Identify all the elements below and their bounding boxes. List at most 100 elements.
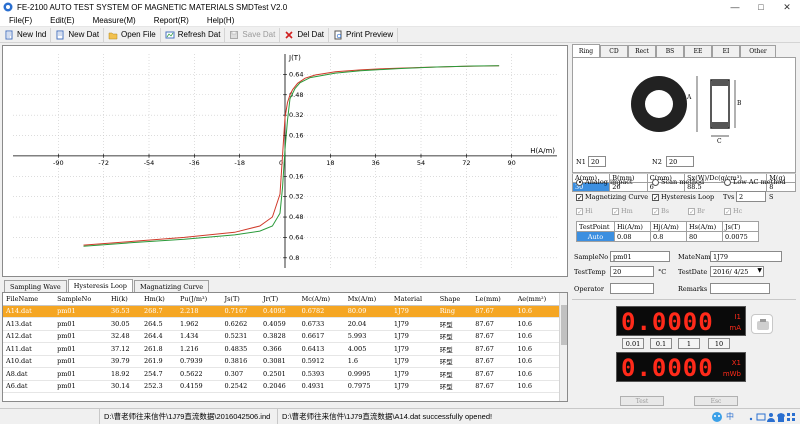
column-header[interactable]: Le(mm) [472, 293, 515, 306]
column-header[interactable]: Js(T) [221, 293, 261, 306]
new-dat-button[interactable]: New Dat [51, 27, 105, 42]
column-header[interactable]: Jr(T) [260, 293, 299, 306]
column-header[interactable]: Material [390, 293, 437, 306]
hi-value-input[interactable]: 0.08 [614, 231, 651, 242]
table-row[interactable]: A11.dat pm01 37.12 261.8 1.216 0.4835 0.366 0.6… [3, 342, 561, 356]
tab-ring[interactable]: Ring [572, 44, 600, 57]
hysteresis-loop-checkbox[interactable]: ✓ Hysteresis Loop [652, 193, 714, 201]
column-header[interactable]: SampleNo [54, 293, 108, 306]
magnetizing-curve-checkbox[interactable]: ✓ Magnetizing Curve [576, 193, 648, 201]
n1-input[interactable]: 20 [588, 156, 606, 167]
mascot-icon[interactable] [710, 411, 724, 423]
menu-measure[interactable]: Measure(M) [84, 16, 145, 25]
esc-button[interactable]: Esc [694, 396, 738, 406]
table-cell: 2.218 [176, 305, 222, 318]
hm-label: Hm [621, 207, 633, 215]
bs-checkbox[interactable]: ✓ Bs [652, 207, 669, 215]
menu-edit[interactable]: Edit(E) [41, 16, 83, 25]
mate-name-input[interactable]: 1J79 [710, 251, 782, 262]
menu-report[interactable]: Report(R) [145, 16, 198, 25]
close-button[interactable]: ✕ [774, 0, 800, 14]
tab-rect[interactable]: Rect [628, 45, 656, 57]
range-0-1-button[interactable]: 0.1 [650, 338, 672, 349]
hj-value-input[interactable]: 0.8 [650, 231, 687, 242]
del-dat-button[interactable]: Del Dat [280, 27, 330, 42]
table-row[interactable]: A6.dat pm01 30.14 252.3 0.4159 0.2542 0.2046 0.… [3, 380, 561, 393]
tab-ee[interactable]: EE [684, 45, 712, 57]
hi-checkbox[interactable]: ✓ Hi [576, 207, 593, 215]
hc-checkbox[interactable]: ✓ Hc [724, 207, 742, 215]
sample-no-input[interactable]: pm01 [610, 251, 670, 262]
x-tick-label: -90 [53, 159, 64, 167]
table-body: A14.dat pm01 36.53 268.7 2.218 0.7167 0.4095 0.… [3, 305, 561, 393]
remarks-input[interactable] [710, 283, 770, 294]
scrollbar-thumb[interactable] [561, 305, 567, 345]
moon-icon[interactable] [736, 411, 746, 423]
tab-hysteresis-loop[interactable]: Hysteresis Loop [67, 279, 133, 292]
menu-file[interactable]: File(F) [0, 16, 41, 25]
table-row[interactable]: A14.dat pm01 36.53 268.7 2.218 0.7167 0.4095 0.… [3, 305, 561, 318]
tab-magnatizing-curve[interactable]: Magnatizing Curve [133, 280, 210, 292]
column-header[interactable]: FileName [3, 293, 55, 306]
minimize-button[interactable]: — [722, 0, 748, 14]
keyboard-icon[interactable] [756, 411, 766, 423]
usb-device-icon [751, 314, 773, 334]
analog-impact-radio[interactable]: Analog impact [576, 178, 633, 186]
grid-icon[interactable] [786, 411, 796, 423]
table-cell: 1J79 [390, 317, 437, 331]
clothes-icon[interactable] [776, 411, 786, 423]
column-header[interactable]: Hm(k) [140, 293, 177, 306]
column-header[interactable]: Ae(mm²) [514, 293, 561, 306]
maximize-button[interactable]: □ [748, 0, 774, 14]
save-dat-button[interactable]: Save Dat [225, 27, 281, 42]
operator-input[interactable] [610, 283, 654, 294]
open-file-button[interactable]: Open File [104, 27, 161, 42]
tab-sampling-wave[interactable]: Sampling Wave [4, 280, 67, 292]
refresh-dat-button[interactable]: Refresh Dat [161, 27, 226, 42]
tab-cd[interactable]: CD [600, 45, 628, 57]
table-row[interactable]: A12.dat pm01 32.48 264.4 1.434 0.5231 0.3828 0.… [3, 330, 561, 343]
table-row[interactable]: A8.dat pm01 18.92 254.7 0.5622 0.307 0.2501 0.5… [3, 367, 561, 381]
br-checkbox[interactable]: ✓ Br [688, 207, 705, 215]
test-date-picker[interactable]: 2016/ 4/25 ▼ [710, 266, 764, 277]
tab-ei[interactable]: EI [712, 45, 740, 57]
x-tick-label: 72 [462, 159, 470, 167]
n2-input[interactable]: 20 [666, 156, 694, 167]
status-segment-1 [0, 408, 100, 424]
test-button[interactable]: Test [620, 396, 664, 406]
hs-value-input[interactable]: 80 [686, 231, 723, 242]
separator [572, 173, 796, 174]
range-1-button[interactable]: 1 [678, 338, 700, 349]
current-readout: 0.0000 [621, 308, 714, 336]
user-icon[interactable] [766, 411, 776, 423]
js-value-input[interactable]: 0.0075 [722, 231, 759, 242]
range-0-01-button[interactable]: 0.01 [622, 338, 644, 349]
table-scrollbar[interactable] [559, 293, 567, 401]
ime-chinese-icon[interactable]: 中 [726, 411, 734, 423]
hm-checkbox[interactable]: ✓ Hm [612, 207, 633, 215]
punctuation-icon[interactable] [746, 411, 756, 423]
range-10-button[interactable]: 10 [708, 338, 730, 349]
table-cell: 环型 [436, 355, 473, 368]
hj-header: Hj(A/m) [650, 221, 687, 232]
column-header[interactable]: Shape [436, 293, 473, 306]
low-ac-method-radio[interactable]: Low AC method [724, 178, 785, 186]
tvs-input[interactable]: 2 [736, 191, 766, 202]
scan-method-radio[interactable]: Scan method [652, 178, 704, 186]
table-cell: A14.dat [3, 305, 55, 318]
column-header[interactable]: Mx(A/m) [344, 293, 391, 306]
column-header[interactable]: Hi(k) [107, 293, 141, 306]
menu-help[interactable]: Help(H) [198, 16, 244, 25]
table-row[interactable]: A10.dat pm01 39.79 261.9 0.7939 0.3816 0.3081 0… [3, 355, 561, 368]
table-row[interactable]: A13.dat pm01 30.05 264.5 1.962 0.6262 0.4059 0.… [3, 317, 561, 331]
column-header[interactable]: Mc(A/m) [298, 293, 345, 306]
column-header[interactable]: Pu(J/m³) [176, 293, 222, 306]
tab-bs[interactable]: BS [656, 45, 684, 57]
testpoint-auto-cell[interactable]: Auto [576, 231, 615, 242]
new-ind-button[interactable]: New Ind [0, 27, 52, 42]
print-preview-button[interactable]: Print Preview [329, 27, 399, 42]
tab-other[interactable]: Other [740, 45, 776, 57]
table-cell: 10.6 [514, 317, 561, 331]
test-temp-input[interactable]: 20 [610, 266, 654, 277]
chevron-down-icon: ▼ [757, 267, 762, 274]
